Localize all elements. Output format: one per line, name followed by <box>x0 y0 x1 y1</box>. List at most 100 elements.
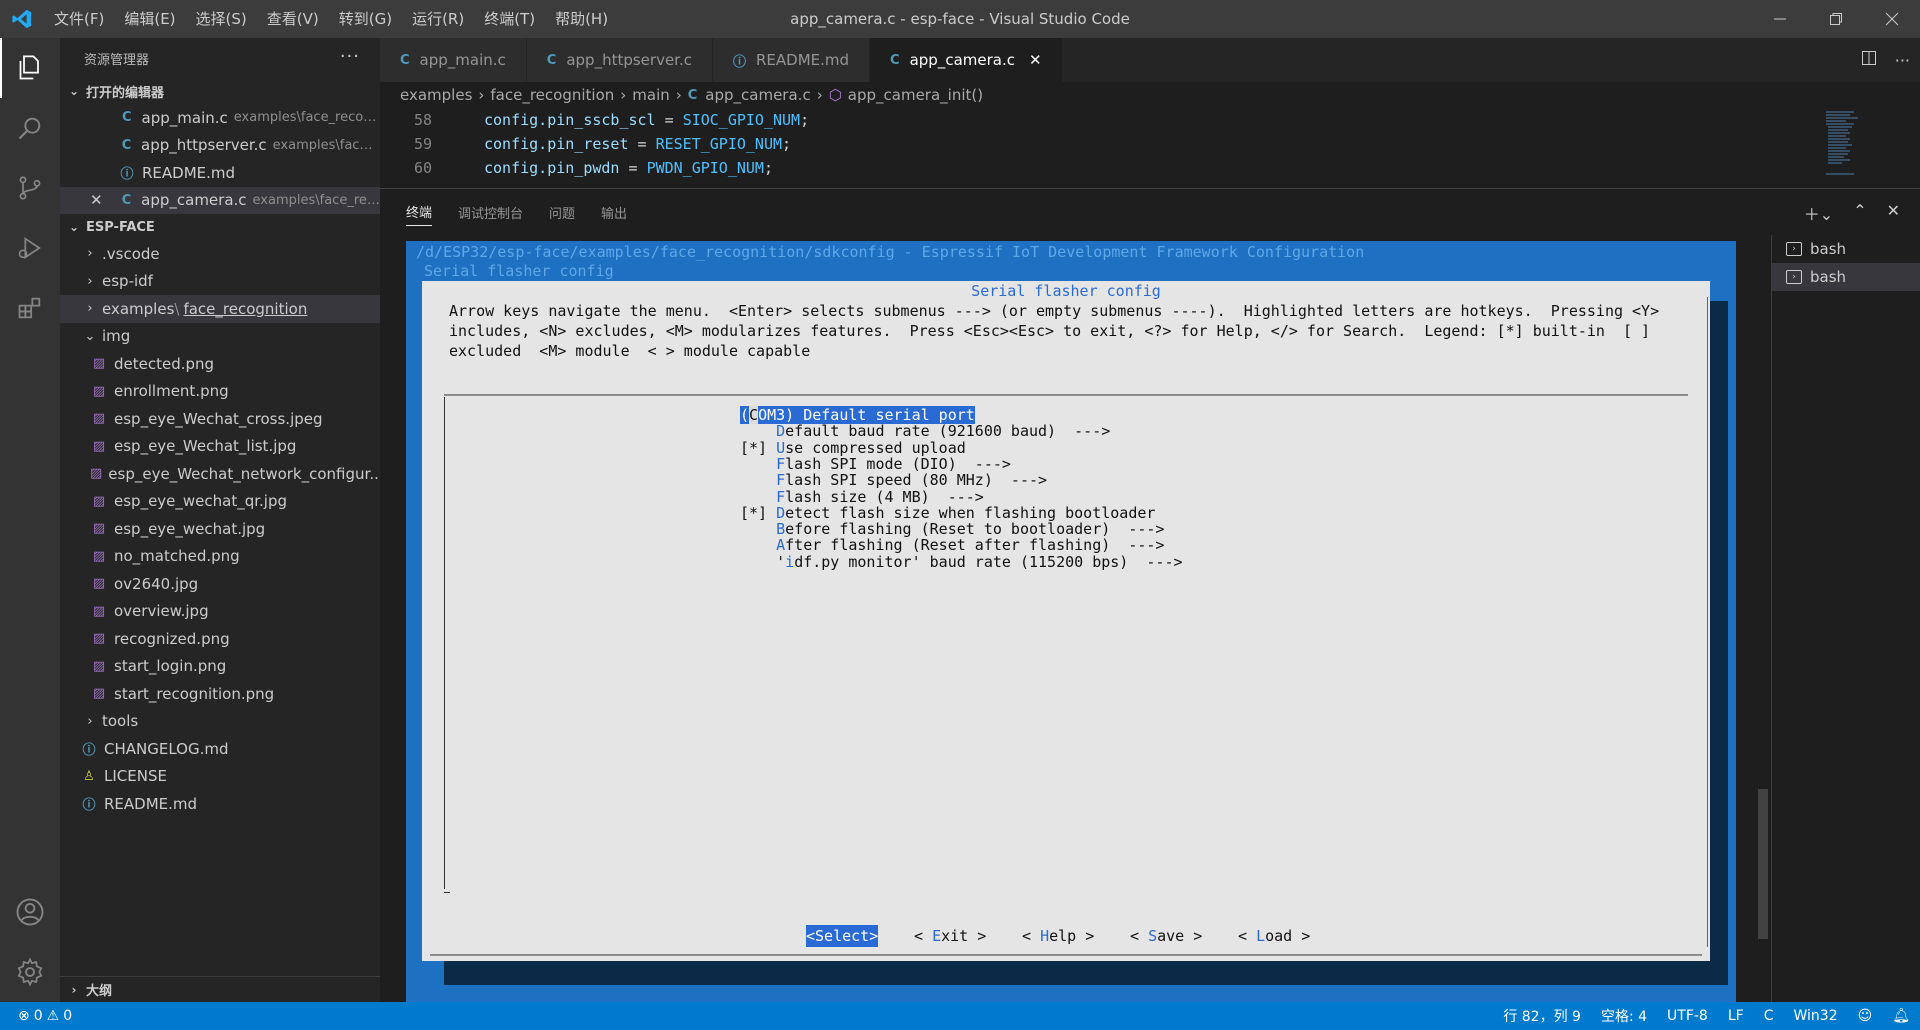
close-icon[interactable]: ✕ <box>1029 51 1042 69</box>
search-icon[interactable] <box>0 98 60 158</box>
extensions-icon[interactable] <box>0 278 60 338</box>
tree-file[interactable]: ▨ overview.jpg <box>60 598 380 626</box>
cursor-position[interactable]: 行 82，列 9 <box>1493 1006 1591 1026</box>
account-icon[interactable] <box>0 882 60 942</box>
tree-file[interactable]: ▨ esp_eye_Wechat_cross.jpeg <box>60 405 380 433</box>
minimize-button[interactable] <box>1752 0 1808 38</box>
terminal-scrollbar[interactable] <box>1758 789 1768 939</box>
button-row: <Select> < Exit > < Help > < Save > < Lo… <box>422 925 1710 947</box>
help-button[interactable]: < Help > <box>1022 925 1094 947</box>
breadcrumb-item[interactable]: examples <box>400 86 472 104</box>
dialog-bottom-border: ────────────────────────────────────────… <box>430 949 1702 961</box>
tree-file[interactable]: ⓘ CHANGELOG.md <box>60 735 380 763</box>
close-window-button[interactable] <box>1864 0 1920 38</box>
menu-file[interactable]: 文件(F) <box>44 0 114 38</box>
code-lhs: config.pin_reset <box>484 135 629 153</box>
select-button[interactable]: <Select> <box>806 925 879 947</box>
menu-run[interactable]: 运行(R) <box>402 0 474 38</box>
end-of-line[interactable]: LF <box>1718 1008 1754 1024</box>
tab-app-httpserver[interactable]: C app_httpserver.c <box>526 38 713 82</box>
menu-help[interactable]: 帮助(H) <box>545 0 618 38</box>
tab-terminal[interactable]: 终端 <box>406 198 433 226</box>
open-editor-item[interactable]: C app_httpserver.c examples\face_... <box>60 132 380 160</box>
tab-problems[interactable]: 问题 <box>549 189 575 235</box>
indentation[interactable]: 空格: 4 <box>1591 1006 1657 1026</box>
project-section[interactable]: ⌄ ESP-FACE <box>60 214 380 240</box>
maximize-panel-icon[interactable]: ⌃ <box>1853 201 1866 225</box>
run-debug-icon[interactable] <box>0 218 60 278</box>
tree-file[interactable]: ▨ esp_eye_wechat_qr.jpg <box>60 488 380 516</box>
platform[interactable]: Win32 <box>1783 1008 1847 1024</box>
load-button[interactable]: < Load > <box>1238 925 1310 947</box>
menu-selection[interactable]: 选择(S) <box>186 0 257 38</box>
more-actions-icon[interactable]: ··· <box>340 46 360 67</box>
tree-file[interactable]: ♙ LICENSE <box>60 763 380 791</box>
save-button[interactable]: < Save > <box>1130 925 1202 947</box>
open-editor-item[interactable]: C app_main.c examples\face_recog... <box>60 104 380 132</box>
problems-indicator[interactable]: ⊗ 0 ⚠ 0 <box>0 1008 72 1024</box>
tree-file[interactable]: ▨ esp_eye_Wechat_network_configur... <box>60 460 380 488</box>
close-icon[interactable]: ✕ <box>90 191 103 209</box>
tree-file[interactable]: ▨ detected.png <box>60 350 380 378</box>
menu-terminal[interactable]: 终端(T) <box>474 0 545 38</box>
exit-button-rest: xit > <box>941 927 987 945</box>
tab-readme[interactable]: ⓘ README.md <box>712 38 871 82</box>
file-name: ov2640.jpg <box>114 574 199 593</box>
code-editor[interactable]: 58 config.pin_sscb_scl = SIOC_GPIO_NUM; … <box>380 108 1920 188</box>
breadcrumb-item[interactable]: app_camera_init() <box>848 86 983 104</box>
terminal-item-active[interactable]: › bash <box>1772 263 1920 291</box>
tree-file[interactable]: ⓘ README.md <box>60 790 380 818</box>
encoding[interactable]: UTF-8 <box>1657 1008 1718 1024</box>
terminal[interactable]: /d/ESP32/esp-face/examples/face_recognit… <box>406 241 1744 1003</box>
minimap[interactable] <box>1824 108 1864 184</box>
open-editor-item-active[interactable]: ✕ C app_camera.c examples\face_rec... <box>60 186 380 214</box>
tree-file[interactable]: ▨ recognized.png <box>60 625 380 653</box>
c-file-icon: C <box>121 110 132 126</box>
tree-file[interactable]: ▨ enrollment.png <box>60 378 380 406</box>
breadcrumb-item[interactable]: app_camera.c <box>705 86 810 104</box>
exit-button[interactable]: < Exit > <box>914 925 986 947</box>
menu-go[interactable]: 转到(G) <box>329 0 402 38</box>
menu-left-border <box>444 397 446 889</box>
split-editor-icon[interactable] <box>1861 50 1877 70</box>
tree-folder[interactable]: › .vscode <box>60 240 380 268</box>
tree-file[interactable]: ▨ ov2640.jpg <box>60 570 380 598</box>
tree-file[interactable]: ▨ start_recognition.png <box>60 680 380 708</box>
restore-button[interactable] <box>1808 0 1864 38</box>
tree-folder[interactable]: ⌄ img <box>60 323 380 351</box>
language-mode[interactable]: C <box>1754 1008 1784 1024</box>
breadcrumb-item[interactable]: face_recognition <box>490 86 614 104</box>
breadcrumb-item[interactable]: main <box>632 86 669 104</box>
file-name: esp_eye_Wechat_network_configur... <box>108 464 380 483</box>
open-editor-item[interactable]: ⓘ README.md <box>60 159 380 187</box>
code-lhs: config.pin_pwdn <box>484 159 620 177</box>
source-control-icon[interactable] <box>0 158 60 218</box>
tree-file[interactable]: ▨ no_matched.png <box>60 543 380 571</box>
open-editors-section[interactable]: ⌄ 打开的编辑器 <box>60 78 380 104</box>
gear-icon[interactable] <box>0 942 60 1002</box>
tree-file[interactable]: ▨ esp_eye_Wechat_list.jpg <box>60 433 380 461</box>
c-file-icon: C <box>121 192 132 208</box>
tree-folder[interactable]: › esp-idf <box>60 268 380 296</box>
tab-debug-console[interactable]: 调试控制台 <box>458 189 523 235</box>
tree-file[interactable]: ▨ esp_eye_wechat.jpg <box>60 515 380 543</box>
outline-section[interactable]: › 大纲 <box>60 976 380 1002</box>
tab-output[interactable]: 输出 <box>601 189 627 235</box>
bell-icon[interactable]: 🔔︎ <box>1882 1008 1920 1024</box>
tab-app-camera[interactable]: C app_camera.c ✕ <box>870 38 1063 82</box>
image-file-icon: ▨ <box>92 548 106 564</box>
tree-file[interactable]: ▨ start_login.png <box>60 653 380 681</box>
more-actions-icon[interactable]: ··· <box>1895 51 1910 70</box>
menu-edit[interactable]: 编辑(E) <box>114 0 185 38</box>
terminal-item[interactable]: › bash <box>1772 235 1920 263</box>
menu-item[interactable]: 'idf.py monitor' baud rate (115200 bps) … <box>740 552 1182 572</box>
new-terminal-icon[interactable]: ＋⌄ <box>1804 201 1833 225</box>
tree-folder[interactable]: › tools <box>60 708 380 736</box>
open-editor-path: examples\face_... <box>272 137 380 153</box>
tree-folder[interactable]: › examples \ face_recognition <box>60 295 380 323</box>
explorer-icon[interactable] <box>0 38 60 98</box>
tab-app-main[interactable]: C app_main.c <box>380 38 527 82</box>
feedback-icon[interactable]: ☺ <box>1848 1008 1883 1024</box>
menu-view[interactable]: 查看(V) <box>257 0 329 38</box>
close-panel-icon[interactable]: ✕ <box>1887 201 1900 225</box>
